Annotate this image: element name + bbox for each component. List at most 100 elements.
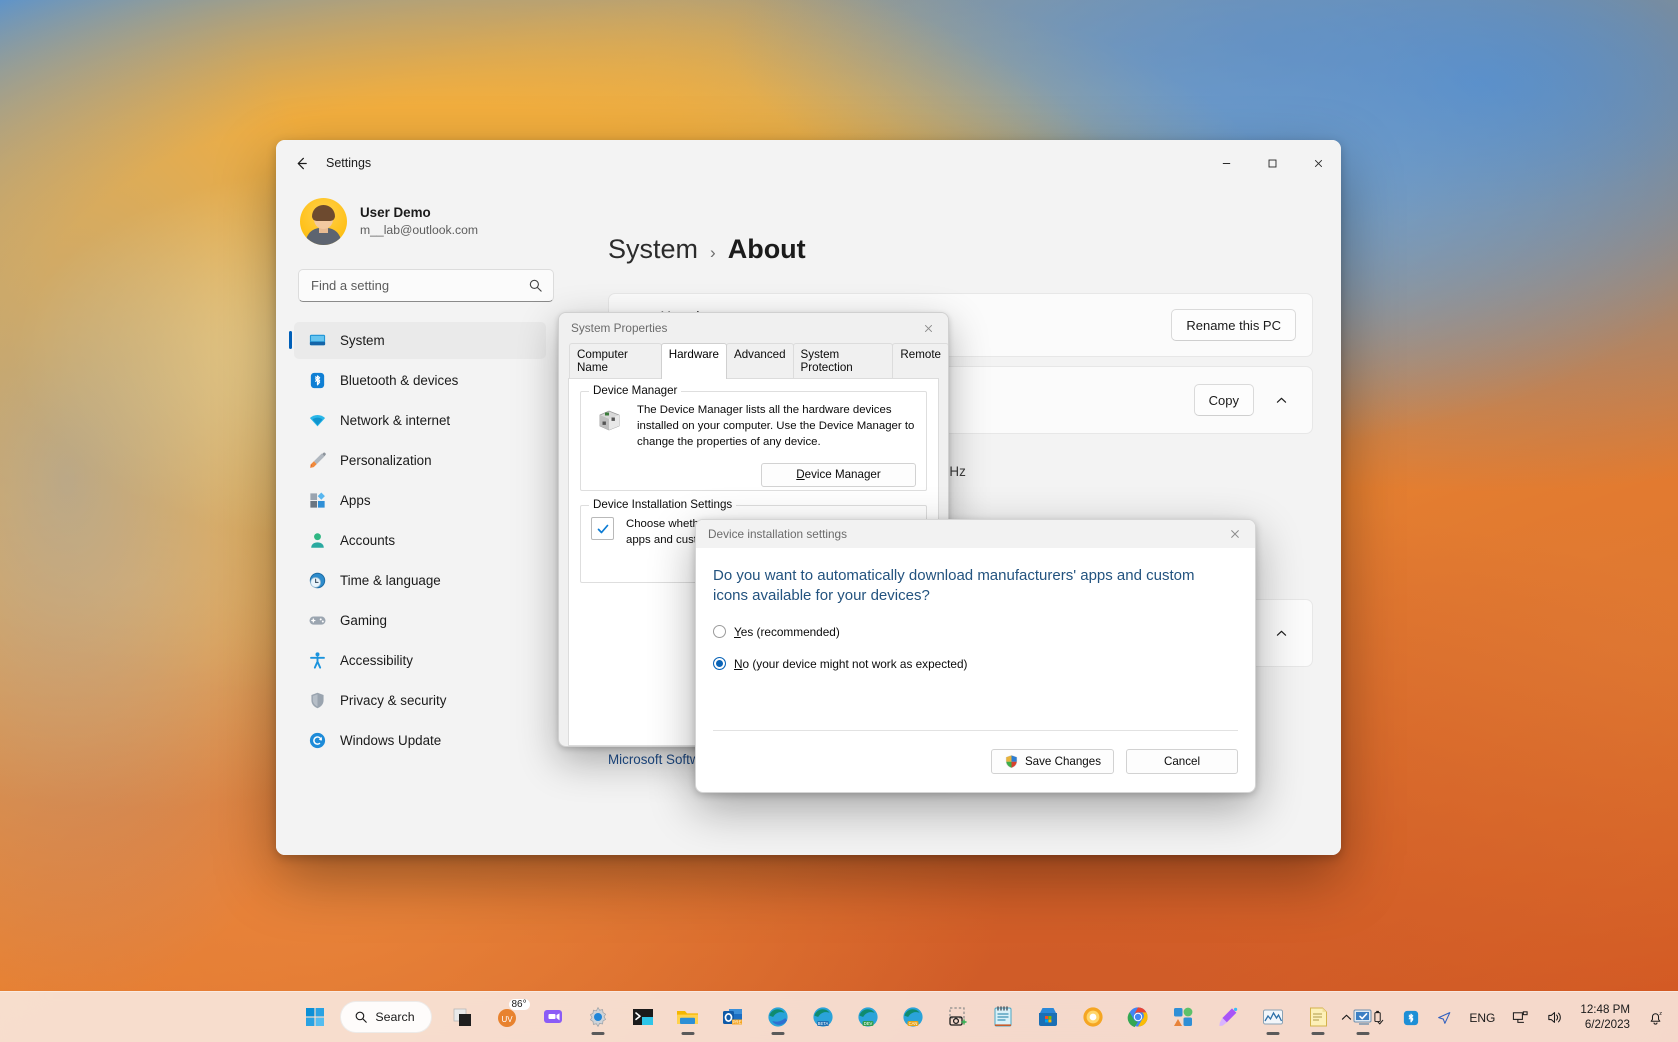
powertoys-icon[interactable] — [1163, 997, 1203, 1037]
notepad-icon[interactable] — [983, 997, 1023, 1037]
microsoft-store-icon[interactable] — [1028, 997, 1068, 1037]
copy-button[interactable]: Copy — [1194, 384, 1254, 416]
taskbar-search-label: Search — [375, 1010, 414, 1024]
sidebar-item-label: Time & language — [340, 573, 441, 588]
system-properties-tabs: Computer Name Hardware Advanced System P… — [559, 343, 948, 379]
ethernet-icon — [1512, 1009, 1529, 1026]
notifications-button[interactable]: z — [1641, 1000, 1670, 1036]
page-title: About — [728, 234, 806, 265]
location-tray-button[interactable] — [1430, 1000, 1458, 1036]
device-manager-button[interactable]: Device Manager — [761, 463, 916, 487]
back-button[interactable] — [284, 146, 318, 180]
chrome-icon[interactable] — [1118, 997, 1158, 1037]
settings-icon[interactable] — [578, 997, 618, 1037]
taskbar: Search UV 86° PRE BETA — [0, 991, 1678, 1042]
device-installation-checkbox[interactable] — [591, 517, 614, 540]
edge-dev-icon[interactable]: DEV — [848, 997, 888, 1037]
system-tray: ENG 12:48 PM 6/2/2023 z — [1334, 992, 1670, 1042]
windows-specs-expand-button[interactable] — [1266, 618, 1296, 648]
windows-start-icon — [304, 1006, 326, 1028]
svg-text:BETA: BETA — [817, 1021, 828, 1026]
usb-safely-remove-button[interactable] — [1364, 1000, 1392, 1036]
sidebar-item-system[interactable]: System — [294, 322, 546, 359]
rename-this-pc-button[interactable]: Rename this PC — [1171, 309, 1296, 341]
sidebar-item-apps[interactable]: Apps — [294, 482, 546, 519]
firefox-icon[interactable] — [1073, 997, 1113, 1037]
device-manager-group: Device Manager The Device Manager lists … — [580, 391, 927, 491]
edge-icon[interactable] — [758, 997, 798, 1037]
file-explorer-icon[interactable] — [668, 997, 708, 1037]
tray-overflow-button[interactable] — [1334, 1000, 1359, 1036]
speaker-icon — [1546, 1009, 1563, 1026]
device-manager-description: The Device Manager lists all the hardwar… — [637, 402, 916, 451]
sidebar-item-label: Accounts — [340, 533, 395, 548]
sidebar-item-bluetooth-devices[interactable]: Bluetooth & devices — [294, 362, 546, 399]
maximize-button[interactable] — [1249, 140, 1295, 186]
account-block[interactable]: User Demo m__lab@outlook.com — [300, 198, 546, 245]
radio-yes-label: Yes (recommended) — [734, 625, 840, 639]
edge-beta-icon[interactable]: BETA — [803, 997, 843, 1037]
search-box[interactable] — [298, 269, 554, 302]
cancel-button[interactable]: Cancel — [1126, 749, 1238, 774]
tab-computer-name[interactable]: Computer Name — [569, 343, 662, 379]
tab-advanced[interactable]: Advanced — [726, 343, 794, 379]
sidebar-item-personalization[interactable]: Personalization — [294, 442, 546, 479]
network-tray-button[interactable] — [1506, 1000, 1535, 1036]
radio-option-yes[interactable]: Yes (recommended) — [713, 625, 1233, 639]
teams-chat-icon[interactable] — [533, 997, 573, 1037]
system-properties-title: System Properties — [571, 321, 667, 335]
svg-text:UV: UV — [501, 1015, 513, 1024]
svg-text:z: z — [1659, 1011, 1662, 1017]
minimize-button[interactable] — [1203, 140, 1249, 186]
language-indicator[interactable]: ENG — [1463, 1000, 1501, 1036]
clock[interactable]: 12:48 PM 6/2/2023 — [1574, 1003, 1636, 1033]
save-changes-label: Save Changes — [1025, 755, 1101, 768]
paint-icon[interactable] — [1208, 997, 1248, 1037]
clock-time: 12:48 PM — [1580, 1003, 1630, 1018]
task-view-icon[interactable] — [443, 997, 483, 1037]
breadcrumb-parent[interactable]: System — [608, 234, 698, 265]
sidebar-item-time-language[interactable]: Time & language — [294, 562, 546, 599]
sticky-notes-icon[interactable] — [1298, 997, 1338, 1037]
device-install-footer: Save Changes Cancel — [713, 730, 1238, 792]
bluetooth-tray-button[interactable] — [1397, 1000, 1425, 1036]
sidebar-item-accounts[interactable]: Accounts — [294, 522, 546, 559]
sidebar-item-label: Privacy & security — [340, 693, 446, 708]
close-button[interactable] — [1295, 140, 1341, 186]
sidebar-item-label: Network & internet — [340, 413, 450, 428]
sidebar-item-windows-update[interactable]: Windows Update — [294, 722, 546, 759]
snipping-tool-icon[interactable] — [938, 997, 978, 1037]
taskbar-search-button[interactable]: Search — [340, 1001, 431, 1033]
device-install-close-button[interactable] — [1215, 520, 1255, 548]
weather-widget-icon[interactable]: UV 86° — [488, 997, 528, 1037]
svg-text:DEV: DEV — [863, 1021, 872, 1026]
window-controls — [1203, 140, 1341, 186]
start-button[interactable] — [295, 997, 335, 1037]
apps-icon — [306, 490, 328, 512]
usb-safely-remove-icon — [1370, 1010, 1386, 1026]
sidebar-item-label: Apps — [340, 493, 371, 508]
clock-date: 6/2/2023 — [1580, 1018, 1630, 1033]
tab-remote[interactable]: Remote — [892, 343, 949, 379]
radio-yes-icon — [713, 625, 726, 638]
tab-hardware[interactable]: Hardware — [661, 343, 727, 379]
search-input[interactable] — [311, 278, 528, 293]
device-specs-expand-button[interactable] — [1266, 385, 1296, 415]
volume-tray-button[interactable] — [1540, 1000, 1569, 1036]
tab-system-protection[interactable]: System Protection — [793, 343, 894, 379]
system-properties-close-button[interactable] — [908, 313, 948, 343]
edge-canary-icon[interactable]: CAN — [893, 997, 933, 1037]
outlook-preview-icon[interactable]: PRE — [713, 997, 753, 1037]
radio-option-no[interactable]: No (your device might not work as expect… — [713, 657, 1233, 671]
brush-icon — [306, 450, 328, 472]
device-install-heading: Do you want to automatically download ma… — [713, 566, 1233, 607]
task-manager-icon[interactable] — [1253, 997, 1293, 1037]
terminal-icon[interactable] — [623, 997, 663, 1037]
radio-no-label: No (your device might not work as expect… — [734, 657, 967, 671]
sidebar-item-gaming[interactable]: Gaming — [294, 602, 546, 639]
sidebar-item-accessibility[interactable]: Accessibility — [294, 642, 546, 679]
sidebar-item-privacy-security[interactable]: Privacy & security — [294, 682, 546, 719]
sidebar-item-network-internet[interactable]: Network & internet — [294, 402, 546, 439]
save-changes-button[interactable]: Save Changes — [991, 749, 1114, 774]
bluetooth-icon — [306, 370, 328, 392]
